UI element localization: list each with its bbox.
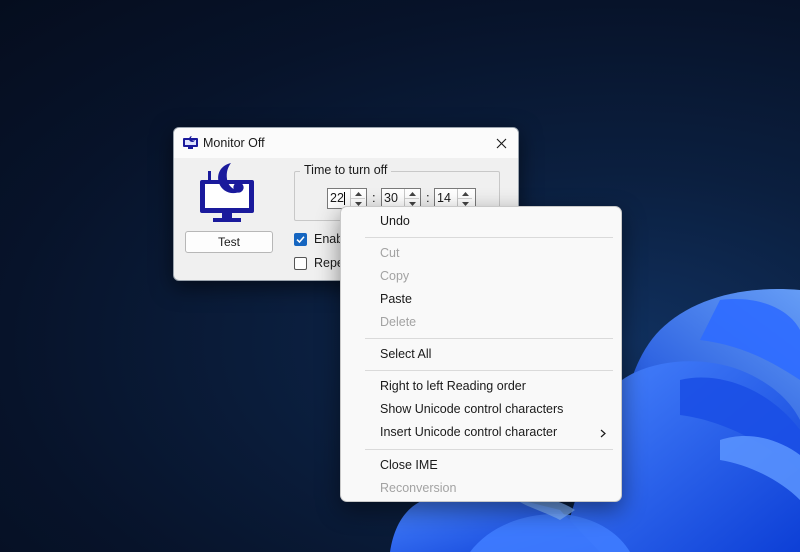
caret-down-icon [354, 201, 362, 206]
caret-up-icon [408, 191, 416, 196]
menu-item-show-unicode[interactable]: Show Unicode control characters [380, 402, 563, 416]
window-title: Monitor Off [203, 136, 265, 150]
test-button[interactable]: Test [185, 231, 273, 253]
enable-checkbox[interactable] [294, 233, 307, 246]
hours-up-button[interactable] [351, 189, 365, 198]
monitor-moon-icon [200, 163, 254, 222]
menu-item-paste[interactable]: Paste [380, 292, 412, 306]
menu-item-select-all[interactable]: Select All [380, 347, 431, 361]
menu-item-delete: Delete [380, 315, 417, 329]
close-icon [496, 138, 506, 148]
menu-separator [365, 338, 613, 339]
menu-item-cut: Cut [380, 246, 400, 260]
enable-label[interactable]: Enab [314, 232, 343, 246]
caret-up-icon [354, 191, 362, 196]
menu-item-reconversion: Reconversion [380, 481, 457, 495]
menu-item-rtl-reading-order[interactable]: Right to left Reading order [380, 379, 526, 393]
edit-context-menu: Undo Cut Copy Paste Delete Select All Ri… [340, 206, 622, 502]
time-separator: : [426, 190, 430, 205]
caret-down-icon [461, 201, 469, 206]
caret-down-icon [408, 201, 416, 206]
chevron-right-icon [600, 429, 606, 438]
menu-item-copy: Copy [380, 269, 410, 283]
menu-item-insert-unicode[interactable]: Insert Unicode control character [380, 425, 557, 439]
text-caret [344, 192, 345, 205]
menu-separator [365, 370, 613, 371]
menu-item-close-ime[interactable]: Close IME [380, 458, 438, 472]
menu-item-undo[interactable]: Undo [380, 214, 410, 228]
minutes-up-button[interactable] [405, 189, 419, 198]
close-button[interactable] [484, 128, 518, 158]
caret-up-icon [461, 191, 469, 196]
checkmark-icon [296, 236, 305, 244]
menu-separator [365, 237, 613, 238]
repeat-checkbox[interactable] [294, 257, 307, 270]
menu-separator [365, 449, 613, 450]
time-separator: : [372, 190, 376, 205]
time-group-label: Time to turn off [300, 163, 392, 177]
title-bar[interactable]: Monitor Off [174, 128, 518, 158]
seconds-up-button[interactable] [458, 189, 472, 198]
monitor-moon-icon [183, 136, 198, 149]
